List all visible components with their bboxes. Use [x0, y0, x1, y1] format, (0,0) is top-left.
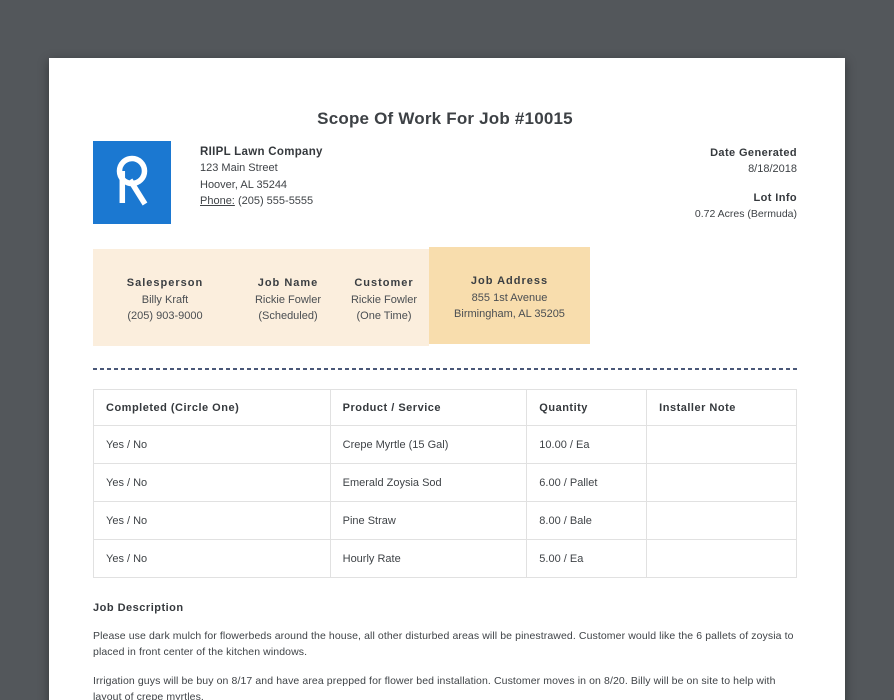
salesperson-column: Salesperson Billy Kraft (205) 903-9000 [93, 249, 237, 346]
header-quantity: Quantity [526, 389, 648, 426]
salesperson-name: Billy Kraft [141, 293, 189, 306]
customer-type: (One Time) [356, 310, 412, 322]
job-address-line2: Birmingham, AL 35205 [454, 308, 565, 320]
meta-block: Date Generated 8/18/2018 Lot Info 0.72 A… [695, 141, 797, 222]
cell-product: Crepe Myrtle (15 Gal) [329, 425, 528, 464]
job-address-line1: 855 1st Avenue [471, 291, 548, 304]
date-generated-value: 8/18/2018 [748, 163, 797, 176]
page-title: Scope Of Work For Job #10015 [317, 109, 573, 128]
job-name-status: (Scheduled) [258, 310, 318, 322]
table-row: Yes / No Pine Straw 8.00 / Bale [93, 501, 797, 540]
job-address-label: Job Address [470, 275, 549, 287]
job-address-column: Job Address 855 1st Avenue Birmingham, A… [429, 247, 590, 344]
document-page: Scope Of Work For Job #10015 RIIPL Lawn … [49, 58, 845, 700]
company-name: RIIPL Lawn Company [200, 146, 323, 158]
meta-spacer [695, 178, 797, 190]
company-info: RIIPL Lawn Company 123 Main Street Hoove… [200, 141, 323, 209]
salesperson-label: Salesperson [126, 277, 204, 289]
phone-value: (205) 555-5555 [237, 194, 314, 207]
job-info-band-light: Salesperson Billy Kraft (205) 903-9000 J… [93, 249, 429, 346]
salesperson-phone: (205) 903-9000 [127, 310, 203, 322]
cell-completed: Yes / No [93, 501, 331, 540]
job-info-band: Salesperson Billy Kraft (205) 903-9000 J… [93, 247, 797, 346]
cell-completed: Yes / No [93, 539, 331, 578]
company-logo-r-icon [116, 155, 148, 205]
job-name-value: Rickie Fowler [254, 293, 321, 306]
cell-completed: Yes / No [93, 425, 331, 464]
cell-installer-note [646, 539, 797, 578]
job-name-label: Job Name [257, 277, 319, 289]
company-address-line2: Hoover, AL 35244 [200, 178, 288, 191]
job-description-heading: Job Description [93, 602, 184, 614]
table-head: Completed (Circle One) Product / Service… [93, 389, 797, 426]
table-row: Yes / No Emerald Zoysia Sod 6.00 / Palle… [93, 463, 797, 502]
cell-product: Hourly Rate [329, 539, 528, 578]
cell-quantity: 5.00 / Ea [526, 539, 648, 578]
lot-info-value: 0.72 Acres (Bermuda) [694, 207, 797, 220]
cell-installer-note [646, 501, 797, 540]
table-row: Yes / No Crepe Myrtle (15 Gal) 10.00 / E… [93, 425, 797, 464]
table-header-row: Completed (Circle One) Product / Service… [93, 389, 797, 426]
company-block: RIIPL Lawn Company 123 Main Street Hoove… [93, 141, 323, 224]
document-preview-backdrop: Scope Of Work For Job #10015 RIIPL Lawn … [0, 0, 894, 700]
cell-quantity: 8.00 / Bale [526, 501, 648, 540]
date-generated-label: Date Generated [710, 147, 797, 159]
cell-product: Pine Straw [329, 501, 528, 540]
table-body: Yes / No Crepe Myrtle (15 Gal) 10.00 / E… [93, 425, 797, 578]
company-phone: Phone: (205) 555-5555 [200, 193, 323, 209]
dashed-divider [93, 368, 797, 370]
customer-label: Customer [354, 277, 414, 289]
lot-info-label: Lot Info [753, 191, 797, 204]
header-product-service: Product / Service [329, 389, 528, 426]
header-installer-note: Installer Note [646, 389, 797, 426]
header-completed: Completed (Circle One) [93, 389, 331, 426]
cell-quantity: 6.00 / Pallet [526, 463, 648, 502]
job-description-paragraph-2: Irrigation guys will be buy on 8/17 and … [93, 675, 776, 700]
customer-name: Rickie Fowler [350, 293, 417, 306]
job-description-paragraph-1: Please use dark mulch for flowerbeds aro… [93, 630, 794, 658]
customer-column: Customer Rickie Fowler (One Time) [339, 249, 429, 346]
cell-product: Emerald Zoysia Sod [329, 463, 528, 502]
cell-installer-note [646, 463, 797, 502]
cell-completed: Yes / No [93, 463, 331, 502]
job-name-column: Job Name Rickie Fowler (Scheduled) [237, 249, 339, 346]
cell-installer-note [646, 425, 797, 464]
cell-quantity: 10.00 / Ea [526, 425, 648, 464]
table-row: Yes / No Hourly Rate 5.00 / Ea [93, 539, 797, 578]
company-address-line1: 123 Main Street [200, 162, 278, 175]
document-header: RIIPL Lawn Company 123 Main Street Hoove… [93, 141, 797, 224]
phone-label: Phone: [200, 194, 235, 207]
work-items-table: Completed (Circle One) Product / Service… [93, 389, 797, 578]
company-logo [93, 141, 171, 224]
